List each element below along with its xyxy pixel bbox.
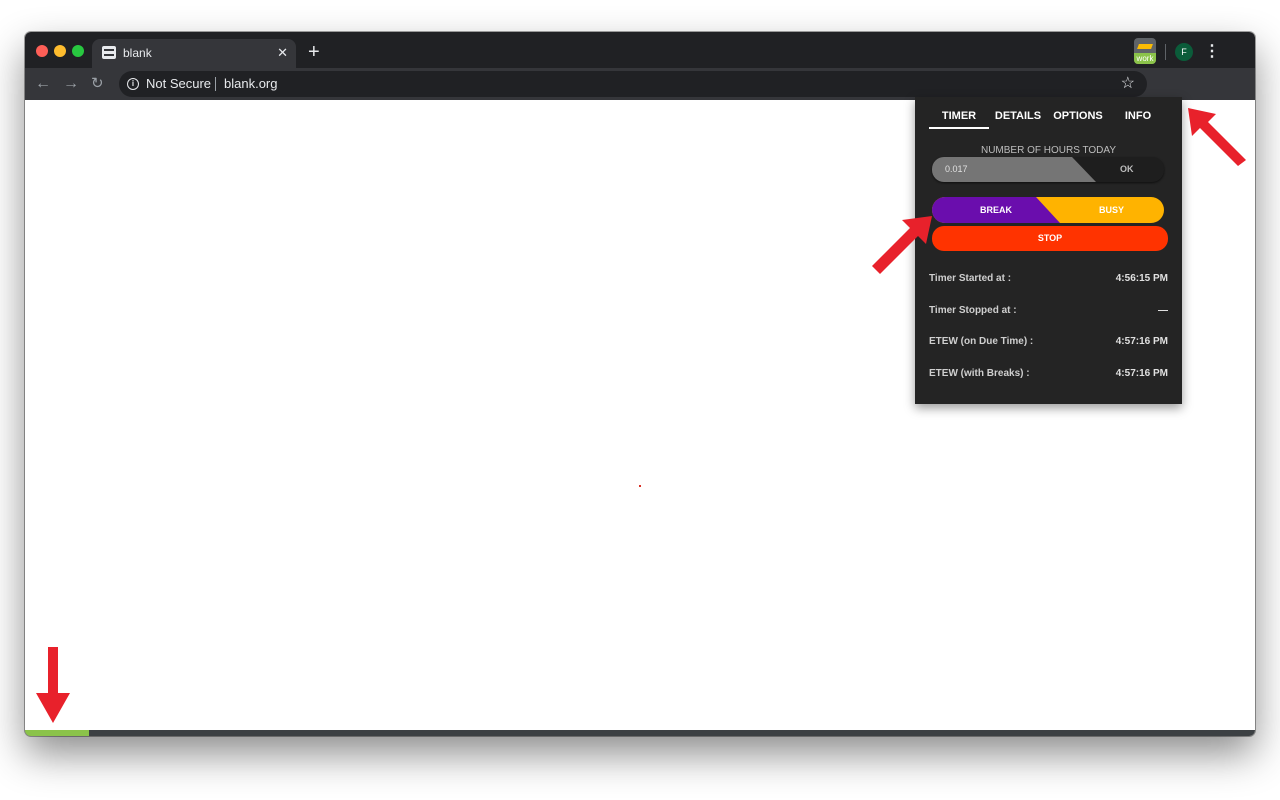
break-label[interactable]: BREAK [980,205,1012,215]
close-tab-icon[interactable]: ✕ [277,45,288,61]
timer-started-row: Timer Started at : 4:56:15 PM [929,273,1168,287]
etew-breaks-row: ETEW (with Breaks) : 4:57:16 PM [929,368,1168,382]
security-label[interactable]: Not Secure [146,76,211,91]
etew-breaks-value: 4:57:16 PM [1115,368,1168,379]
page-favicon-icon [102,46,116,59]
etew-breaks-label: ETEW (with Breaks) : [929,368,1030,379]
title-bar: blank ✕ + [25,32,1255,68]
hours-label: NUMBER OF HOURS TODAY [980,145,1116,156]
screenshot-stage: blank ✕ + ← → ↻ i Not Secure blank.org ☆ [0,0,1280,800]
busy-button[interactable]: BUSY [1099,205,1124,215]
annotation-arrow-extension [1188,108,1246,166]
info-icon[interactable]: i [127,78,139,90]
browser-tab[interactable]: blank ✕ [92,39,296,68]
timer-stopped-label: Timer Stopped at : [929,305,1017,316]
hours-input-group: 0.017 OK [932,157,1164,182]
timer-started-label: Timer Started at : [929,273,1012,284]
toolbar-separator [1165,44,1166,60]
page-dot [639,485,641,487]
timer-started-value: 4:56:15 PM [1115,273,1168,284]
extension-stripe-icon [1137,44,1153,49]
annotation-arrow-progress [36,647,70,723]
tab-info[interactable]: INFO [1108,110,1168,122]
ok-button[interactable]: OK [1120,164,1134,174]
timer-stopped-row: Timer Stopped at : — [929,305,1168,319]
etew-due-value: 4:57:16 PM [1115,336,1168,347]
new-tab-icon[interactable]: + [308,42,320,62]
close-window-button[interactable] [36,45,48,57]
profile-avatar[interactable]: F [1175,43,1193,61]
zoom-window-button[interactable] [72,45,84,57]
tab-details[interactable]: DETAILS [988,110,1048,122]
reload-icon[interactable]: ↻ [91,74,104,94]
browser-menu-icon[interactable]: ⋮ [1204,42,1220,62]
annotation-arrow-break [872,216,932,274]
minimize-window-button[interactable] [54,45,66,57]
timer-stopped-value: — [1158,305,1168,316]
etew-due-row: ETEW (on Due Time) : 4:57:16 PM [929,336,1168,350]
hours-value[interactable]: 0.017 [945,164,968,174]
forward-arrow-icon[interactable]: → [63,74,79,94]
work-timer-extension-icon[interactable]: work [1134,38,1156,64]
bookmark-star-icon[interactable]: ☆ [1121,74,1135,94]
etew-due-label: ETEW (on Due Time) : [929,336,1034,347]
address-bar[interactable]: i Not Secure blank.org ☆ [119,71,1147,97]
stop-button[interactable]: STOP [932,226,1168,251]
bottom-progress-fill [25,730,89,736]
browser-toolbar: ← → ↻ i Not Secure blank.org ☆ [25,68,1255,100]
active-tab-indicator [929,127,989,129]
tab-title: blank [123,46,152,60]
address-separator [215,77,216,91]
back-arrow-icon[interactable]: ← [35,74,51,94]
url-text[interactable]: blank.org [224,76,277,91]
tab-options[interactable]: OPTIONS [1048,110,1108,122]
tab-timer[interactable]: TIMER [929,110,989,122]
bottom-progress-bar [25,730,1255,736]
extension-badge: work [1134,53,1156,64]
break-busy-toggle: BREAK BUSY [932,197,1164,223]
timer-popup: TIMER DETAILS OPTIONS INFO NUMBER OF HOU… [915,97,1182,404]
